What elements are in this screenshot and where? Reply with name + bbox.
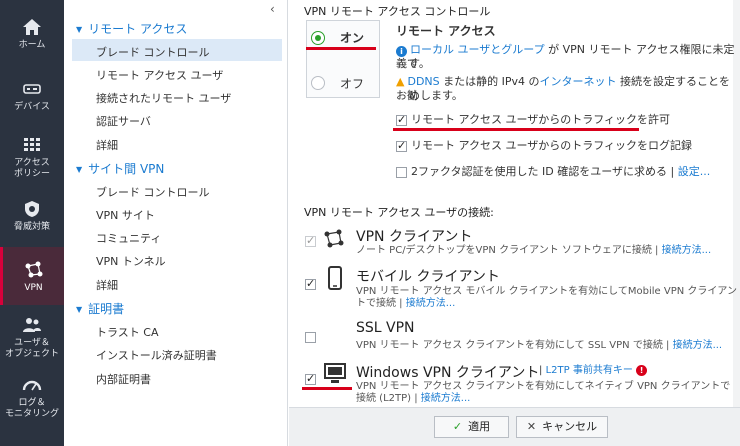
tree-item-s2s-advanced[interactable]: 詳細 [96, 277, 118, 293]
vpn-client-howto-link[interactable]: 接続方法... [662, 245, 712, 256]
allow-traffic-label: リモート アクセス ユーザからのトラフィックを許可 [411, 113, 671, 126]
users-icon [23, 318, 41, 332]
tree-item-auth-servers[interactable]: 認証サーバ [96, 113, 151, 129]
windows-vpn-desc-2: 接続 (L2TP) | 接続方法... [356, 393, 471, 404]
gauge-icon [22, 380, 42, 391]
rail-item-devices[interactable]: デバイス [0, 80, 64, 113]
rail-item-threat-prevention[interactable]: 脅威対策 [0, 200, 64, 233]
rail-item-label: 脅威対策 [13, 222, 50, 232]
tree-section-certificates[interactable]: ▼ 証明書 [76, 300, 124, 317]
rail-item-label: ユーザ＆ [14, 338, 50, 348]
highlight-underline [306, 47, 376, 50]
connections-heading: VPN リモート アクセス ユーザの接続: [304, 206, 494, 219]
two-factor-checkbox[interactable] [396, 167, 407, 178]
check-icon: ✓ [452, 420, 463, 433]
remote-access-title: リモート アクセス [396, 24, 496, 38]
rail-item-label: ホーム [18, 40, 46, 50]
rail-item-vpn[interactable]: VPN [0, 247, 64, 305]
ddns-link[interactable]: DDNS [407, 75, 439, 88]
allow-traffic-checkbox[interactable] [396, 113, 407, 126]
rail-item-home[interactable]: ホーム [0, 18, 64, 51]
rail-item-users-objects[interactable]: ユーザ＆ オブジェクト [0, 316, 64, 360]
windows-vpn-desc: VPN リモート アクセス クライアントを有効にしてネイティブ VPN クライア… [356, 381, 731, 392]
tree-item-ra-users[interactable]: リモート アクセス ユーザ [96, 67, 223, 83]
tree-item-connected-users[interactable]: 接続されたリモート ユーザ [96, 90, 231, 106]
rail-item-label-2: オブジェクト [4, 349, 59, 359]
footer-bar [289, 407, 740, 446]
radio-off[interactable] [311, 76, 325, 90]
internet-link[interactable]: インターネット [540, 75, 617, 88]
cancel-button[interactable]: ✕ キャンセル [516, 416, 608, 438]
collapse-triangle-icon: ▼ [76, 25, 83, 34]
mobile-client-title: モバイル クライアント [356, 269, 500, 285]
highlight-underline [393, 128, 639, 131]
log-traffic-checkbox[interactable] [396, 139, 407, 152]
control-heading: VPN リモート アクセス コントロール [304, 5, 491, 18]
tree-item-communities[interactable]: コミュニティ [96, 230, 161, 246]
two-factor-settings-link[interactable]: 設定... [678, 165, 711, 178]
toggle-on-label: オン [340, 31, 365, 45]
mobile-phone-icon [328, 266, 342, 290]
shield-icon [25, 201, 39, 217]
close-icon: ✕ [526, 420, 537, 433]
tree-section-remote-access[interactable]: ▼ リモート アクセス [76, 20, 187, 37]
rail-item-label-2: ポリシー [13, 169, 50, 179]
vpn-client-checkbox[interactable] [305, 234, 316, 247]
tree-item-ra-advanced[interactable]: 詳細 [96, 137, 118, 153]
log-traffic-label: リモート アクセス ユーザからのトラフィックをログ記録 [411, 139, 693, 152]
tree-item-ra-blade-control[interactable]: ブレード コントロール [96, 44, 210, 60]
toggle-off-label: オフ [340, 77, 365, 91]
tree-section-site-to-site[interactable]: ▼ サイト間 VPN [76, 160, 164, 177]
local-users-link[interactable]: ローカル ユーザとグループ [410, 43, 545, 56]
ssl-vpn-desc: VPN リモート アクセス クライアントを有効にして SSL VPN で接続 |… [356, 340, 723, 351]
warning-message-2: めします。 [409, 89, 463, 102]
rail-item-label: VPN [24, 283, 43, 293]
info-message-2: す。 [409, 57, 430, 70]
rail-item-logs-monitoring[interactable]: ログ＆ モニタリング [0, 376, 64, 420]
apply-button[interactable]: ✓ 適用 [434, 416, 509, 438]
warning-icon: ▲ [396, 75, 405, 88]
home-icon [23, 19, 41, 35]
l2tp-key-row: | L2TP 事前共有キー ! [539, 364, 648, 378]
grid-icon [24, 138, 40, 151]
rail-item-label: アクセス [14, 158, 50, 168]
monitor-icon [324, 363, 346, 383]
mobile-client-desc-2: トで接続 | 接続方法... [356, 298, 456, 309]
radio-on[interactable] [311, 31, 325, 45]
mobile-client-checkbox[interactable] [305, 277, 316, 290]
collapse-panel-icon[interactable]: ‹ [270, 2, 275, 16]
collapse-triangle-icon: ▼ [76, 165, 83, 174]
vpn-icon [25, 261, 42, 278]
ssl-vpn-title: SSL VPN [356, 320, 415, 336]
windows-vpn-title: Windows VPN クライアント [356, 365, 540, 381]
network-nodes-icon [324, 229, 344, 248]
collapse-triangle-icon: ▼ [76, 305, 83, 314]
two-factor-label: 2ファクタ認証を使用した ID 確認をユーザに求める | 設定... [411, 165, 711, 178]
tree-item-s2s-blade-control[interactable]: ブレード コントロール [96, 184, 210, 200]
rail-item-access-policy[interactable]: アクセス ポリシー [0, 136, 64, 180]
mobile-client-desc: VPN リモート アクセス モバイル クライアントを有効にしてMobile VP… [356, 286, 737, 297]
mobile-client-howto-link[interactable]: 接続方法... [406, 298, 456, 309]
vpn-client-desc: ノート PC/デスクトップをVPN クライアント ソフトウェアに接続 | 接続方… [356, 245, 712, 256]
rail-item-label: ログ＆ [18, 398, 46, 408]
rail-item-label: デバイス [14, 102, 50, 112]
windows-vpn-checkbox[interactable] [305, 372, 316, 385]
tree-item-installed-certs[interactable]: インストール済み証明書 [96, 347, 217, 363]
info-icon: i [396, 46, 407, 57]
rail-item-label-2: モニタリング [4, 409, 59, 419]
windows-vpn-howto-link[interactable]: 接続方法... [421, 393, 471, 404]
tree-item-vpn-sites[interactable]: VPN サイト [96, 207, 155, 223]
tree-item-vpn-tunnels[interactable]: VPN トンネル [96, 253, 166, 269]
ssl-vpn-checkbox[interactable] [305, 332, 316, 343]
l2tp-psk-link[interactable]: L2TP 事前共有キー [546, 365, 633, 376]
ssl-vpn-howto-link[interactable]: 接続方法... [673, 340, 723, 351]
tree-item-internal-cert[interactable]: 内部証明書 [96, 371, 151, 387]
highlight-underline [302, 387, 352, 390]
error-icon: ! [636, 365, 648, 376]
tree-item-trusted-ca[interactable]: トラスト CA [96, 324, 158, 340]
vpn-client-title: VPN クライアント [356, 229, 473, 245]
info-message: i ローカル ユーザとグループ が VPN リモート アクセス権限に未定義で [396, 43, 735, 70]
device-icon [23, 84, 41, 94]
